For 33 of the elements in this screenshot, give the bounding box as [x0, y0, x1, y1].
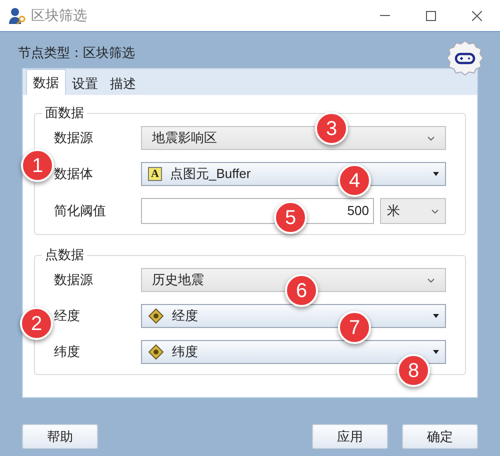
dialog-button[interactable]: 帮助 — [22, 424, 98, 449]
diamond-field-icon — [148, 344, 164, 360]
window-title: 区块筛选 — [31, 6, 87, 25]
field-label: 简化阈值 — [54, 202, 107, 220]
dropdown-arrow-icon — [433, 350, 439, 354]
field-label: 经度 — [54, 307, 81, 326]
chevron-down-icon — [427, 136, 435, 140]
close-icon — [472, 10, 482, 20]
node-type-label: 节点类型： — [18, 44, 83, 62]
gamepad-badge-icon[interactable] — [447, 40, 483, 76]
node-type-value: 区块筛选 — [83, 44, 135, 62]
user-key-icon — [8, 6, 26, 24]
field-label: 数据源 — [54, 129, 94, 148]
chevron-down-icon — [427, 278, 435, 282]
maximize-icon — [426, 10, 436, 20]
diamond-field-icon — [148, 308, 164, 324]
dropdown[interactable]: 纬度 — [141, 340, 446, 364]
text-layer-icon: A — [148, 167, 162, 181]
minimize-icon — [380, 15, 390, 16]
dropdown-arrow-icon — [433, 314, 439, 318]
dialog-button[interactable]: 确定 — [402, 424, 478, 449]
field-label: 数据源 — [54, 271, 94, 290]
dropdown-arrow-icon — [433, 172, 439, 176]
tab[interactable]: 设置 — [66, 73, 104, 95]
chevron-down-icon — [431, 208, 439, 214]
unit-dropdown[interactable]: 米 — [380, 198, 446, 224]
field-label: 数据体 — [54, 165, 94, 184]
field-label: 纬度 — [54, 343, 81, 362]
tab[interactable]: 数据 — [26, 69, 66, 95]
group-title: 点数据 — [42, 246, 87, 264]
group-title: 面数据 — [42, 104, 87, 122]
tab[interactable]: 描述 — [104, 73, 142, 95]
dialog-button[interactable]: 应用 — [312, 424, 388, 449]
